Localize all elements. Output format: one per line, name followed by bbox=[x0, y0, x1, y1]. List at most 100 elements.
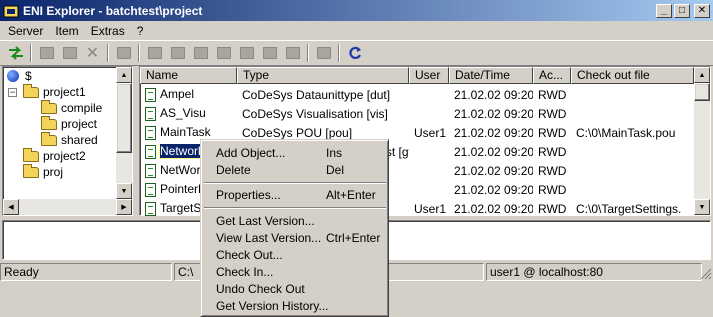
column-header-type[interactable]: Type bbox=[237, 67, 409, 84]
menu-help[interactable]: ? bbox=[131, 24, 150, 38]
scroll-right-button[interactable]: ▶ bbox=[116, 199, 132, 215]
menu-item-delete[interactable]: Delete Del bbox=[204, 161, 386, 178]
row-access: RWD bbox=[538, 106, 567, 121]
menu-item-label: View Last Version... bbox=[216, 230, 322, 245]
arrow-left-icon: ◀ bbox=[8, 204, 14, 211]
tree-horizontal-scrollbar[interactable]: ◀ ▶ bbox=[3, 199, 132, 215]
window-title: ENI Explorer - batchtest\project bbox=[23, 3, 203, 18]
menu-item-view-last-version[interactable]: View Last Version... Ctrl+Enter bbox=[204, 229, 386, 246]
folder-icon bbox=[23, 163, 39, 178]
row-datetime: 21.02.02 09:20 bbox=[454, 144, 533, 159]
menu-item-label: Check Out... bbox=[216, 247, 283, 262]
row-access: RWD bbox=[538, 125, 567, 140]
column-header-datetime[interactable]: Date/Time bbox=[449, 67, 533, 84]
project-tree[interactable]: $ − project1 compile project shared proj… bbox=[2, 66, 133, 216]
context-menu: Add Object... Ins Delete Del Properties...… bbox=[200, 139, 389, 317]
resize-grip-icon bbox=[700, 268, 712, 280]
row-name: PointerF bbox=[160, 182, 206, 197]
menu-extras[interactable]: Extras bbox=[85, 24, 131, 38]
tree-node-root[interactable]: $ bbox=[7, 68, 32, 84]
get-version-icon bbox=[147, 47, 162, 59]
scroll-up-button[interactable]: ▲ bbox=[116, 67, 132, 83]
new-object-button[interactable] bbox=[35, 42, 58, 64]
scroll-thumb[interactable] bbox=[694, 83, 710, 101]
compare-button[interactable] bbox=[189, 42, 212, 64]
open-button[interactable] bbox=[58, 42, 81, 64]
row-access: RWD bbox=[538, 87, 567, 102]
document-icon bbox=[145, 182, 156, 197]
arrow-up-icon: ▲ bbox=[698, 71, 706, 79]
scroll-down-button[interactable]: ▼ bbox=[116, 183, 132, 199]
resize-grip[interactable] bbox=[700, 263, 713, 281]
menu-item-get-last-version[interactable]: Get Last Version... bbox=[204, 212, 386, 229]
menu-item-add-object[interactable]: Add Object... Ins bbox=[204, 144, 386, 161]
menu-item-check-out[interactable]: Check Out... bbox=[204, 246, 386, 263]
close-button[interactable]: ✕ bbox=[694, 3, 710, 18]
label-icon bbox=[316, 47, 331, 59]
check-out-button[interactable] bbox=[212, 42, 235, 64]
scroll-left-button[interactable]: ◀ bbox=[3, 199, 19, 215]
tree-node-project[interactable]: project bbox=[41, 115, 97, 132]
column-header-access[interactable]: Ac... bbox=[533, 67, 571, 84]
tree-node-project2[interactable]: project2 bbox=[23, 147, 86, 164]
menu-item-undo-check-out[interactable]: Undo Check Out bbox=[204, 280, 386, 297]
list-row[interactable]: AS_Visu CoDeSys Visualisation [vis] 21.0… bbox=[140, 104, 694, 123]
get-version-button[interactable] bbox=[143, 42, 166, 64]
list-row[interactable]: Ampel CoDeSys Dataunittype [dut] 21.02.0… bbox=[140, 85, 694, 104]
arrow-right-icon: ▶ bbox=[121, 204, 127, 211]
delete-button[interactable]: ✕ bbox=[81, 42, 104, 64]
menu-separator bbox=[204, 182, 386, 184]
refresh-button[interactable] bbox=[343, 42, 366, 64]
scroll-up-button[interactable]: ▲ bbox=[694, 67, 710, 83]
status-user: user1 @ localhost:80 bbox=[486, 263, 702, 281]
toolbar-separator bbox=[307, 44, 309, 62]
properties-button[interactable] bbox=[112, 42, 135, 64]
new-object-icon bbox=[39, 47, 54, 59]
maximize-button[interactable]: □ bbox=[674, 3, 690, 18]
column-header-user[interactable]: User bbox=[409, 67, 449, 84]
connect-button[interactable] bbox=[4, 42, 27, 64]
folder-icon bbox=[41, 115, 57, 130]
scroll-down-button[interactable]: ▼ bbox=[694, 199, 710, 215]
minimize-button[interactable]: _ bbox=[656, 3, 672, 18]
menu-item-label: Check In... bbox=[216, 264, 274, 279]
menu-item-properties[interactable]: Properties... Alt+Enter bbox=[204, 186, 386, 203]
folder-icon bbox=[41, 131, 57, 146]
tree-vertical-scrollbar[interactable]: ▲ ▼ bbox=[116, 67, 132, 215]
view-version-button[interactable] bbox=[166, 42, 189, 64]
arrow-down-icon: ▼ bbox=[698, 203, 706, 211]
menu-item-shortcut: Del bbox=[326, 162, 345, 177]
tree-node-proj[interactable]: proj bbox=[23, 163, 63, 180]
delete-x-icon: ✕ bbox=[85, 45, 100, 62]
row-datetime: 21.02.02 09:20 bbox=[454, 163, 533, 178]
row-datetime: 21.02.02 09:20 bbox=[454, 87, 533, 102]
undo-check-out-button[interactable] bbox=[258, 42, 281, 64]
history-button[interactable] bbox=[281, 42, 304, 64]
tree-node-compile[interactable]: compile bbox=[41, 99, 102, 116]
view-version-icon bbox=[170, 47, 185, 59]
row-access: RWD bbox=[538, 144, 567, 159]
menu-item-check-in[interactable]: Check In... bbox=[204, 263, 386, 280]
compare-icon bbox=[193, 47, 208, 59]
folder-icon bbox=[23, 83, 39, 98]
toolbar-separator bbox=[30, 44, 32, 62]
menu-item-get-version-history[interactable]: Get Version History... bbox=[204, 297, 386, 314]
tree-node-shared[interactable]: shared bbox=[41, 131, 98, 148]
menu-item[interactable]: Item bbox=[49, 24, 84, 38]
list-vertical-scrollbar[interactable]: ▲ ▼ bbox=[694, 67, 710, 215]
menu-server[interactable]: Server bbox=[2, 24, 49, 38]
row-datetime: 21.02.02 09:20 bbox=[454, 201, 533, 216]
row-name: NetWorl bbox=[160, 163, 204, 178]
row-type: CoDeSys Visualisation [vis] bbox=[242, 106, 388, 121]
column-header-checkout[interactable]: Check out file bbox=[571, 67, 694, 84]
menu-item-label: Add Object... bbox=[216, 145, 286, 160]
label-button[interactable] bbox=[312, 42, 335, 64]
column-header-name[interactable]: Name bbox=[140, 67, 237, 84]
scroll-thumb[interactable] bbox=[116, 83, 132, 153]
check-in-button[interactable] bbox=[235, 42, 258, 64]
tree-node-project1[interactable]: − project1 bbox=[8, 83, 86, 100]
toolbar-separator bbox=[338, 44, 340, 62]
toolbar-separator bbox=[138, 44, 140, 62]
collapse-toggle[interactable]: − bbox=[8, 87, 17, 97]
connect-arrows-icon bbox=[8, 46, 23, 60]
